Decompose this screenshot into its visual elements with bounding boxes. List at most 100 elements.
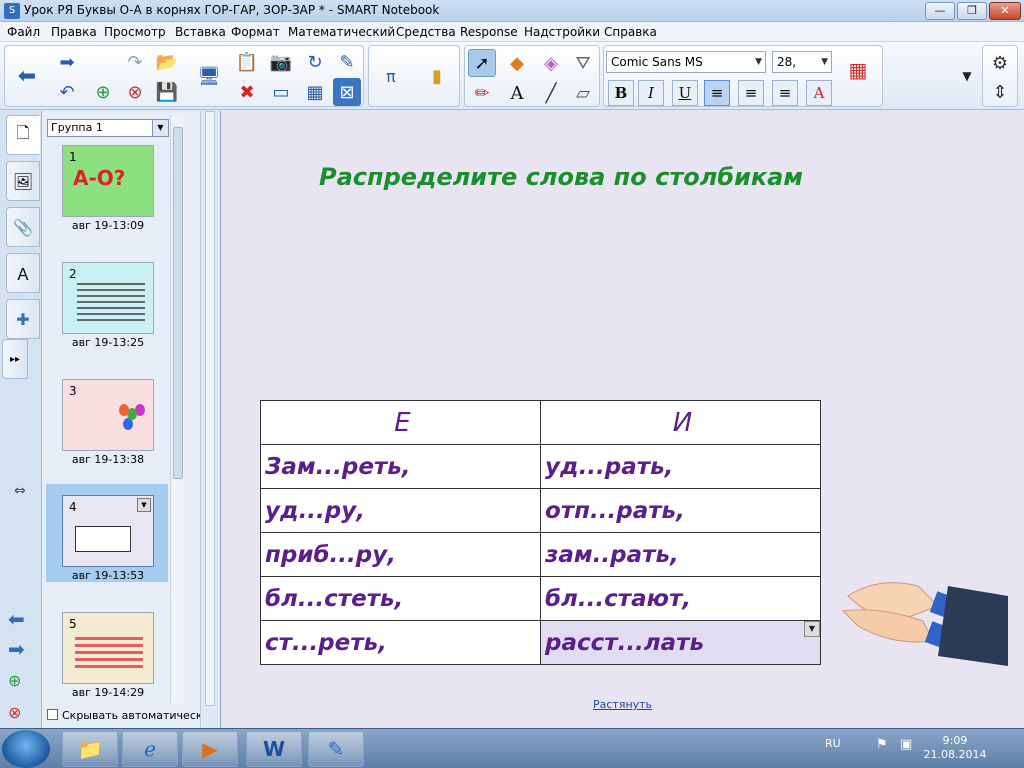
delete-page-side-icon[interactable]: ⊗ bbox=[8, 703, 21, 722]
underline-button[interactable]: U bbox=[672, 80, 698, 106]
clapping-hands-image[interactable] bbox=[838, 566, 1008, 681]
undo-icon[interactable]: ↶ bbox=[53, 78, 81, 106]
page-heading[interactable]: Распределите слова по столбикам bbox=[319, 163, 803, 191]
delete-icon[interactable]: ✖ bbox=[233, 78, 261, 106]
stretch-link[interactable]: Растянуть bbox=[593, 698, 652, 711]
gallery-icon[interactable]: 🖼 bbox=[6, 161, 40, 201]
menu-tools[interactable]: Средства bbox=[396, 25, 456, 39]
scrollbar-thumb[interactable] bbox=[173, 127, 183, 479]
menu-response[interactable]: Response bbox=[460, 25, 518, 39]
word-cell[interactable]: уд...рать, bbox=[540, 444, 821, 489]
word-cell[interactable]: ст...реть, bbox=[260, 620, 541, 665]
object-menu-chevron-icon[interactable]: ▼ bbox=[804, 621, 820, 637]
word-cell[interactable]: Зам...реть, bbox=[260, 444, 541, 489]
back-arrow-icon[interactable]: ⬅ bbox=[13, 62, 41, 90]
close-button[interactable]: ✕ bbox=[989, 2, 1021, 20]
redo-icon[interactable]: ↷ bbox=[121, 48, 149, 76]
panel-splitter[interactable] bbox=[200, 111, 218, 728]
menu-addons[interactable]: Надстройки bbox=[524, 25, 600, 39]
move-toolbar-icon[interactable]: ⇕ bbox=[986, 78, 1014, 106]
page-sorter-icon[interactable]: 🗋 bbox=[6, 115, 40, 155]
table-icon[interactable]: ▦ bbox=[301, 78, 329, 106]
align-left-icon[interactable]: ≡ bbox=[704, 80, 730, 106]
smart-notebook-taskbar-icon[interactable]: ✎ bbox=[308, 731, 364, 767]
prev-page-icon[interactable]: ⬅ bbox=[8, 607, 25, 631]
screen-shade-icon[interactable]: ▭ bbox=[267, 78, 295, 106]
open-folder-icon[interactable]: 📂 bbox=[153, 48, 181, 76]
sidebar-swap-icon[interactable]: ⇔ bbox=[14, 483, 26, 499]
page-thumbnail-4[interactable]: 4 ▼ bbox=[62, 495, 154, 567]
fullscreen-icon[interactable]: ⊠ bbox=[333, 78, 361, 106]
page-thumbnail-3[interactable]: 3 bbox=[62, 379, 154, 451]
page-thumbnail-2[interactable]: 2 bbox=[62, 262, 154, 334]
internet-explorer-taskbar-icon[interactable]: ℯ bbox=[122, 731, 178, 767]
add-page-icon[interactable]: ⊕ bbox=[89, 78, 117, 106]
column-header-e[interactable]: Е bbox=[260, 400, 541, 445]
shapes-icon[interactable]: ◆ bbox=[503, 49, 531, 77]
word-cell[interactable]: зам..рать, bbox=[540, 532, 821, 577]
italic-button[interactable]: I bbox=[638, 80, 664, 106]
document-camera-icon[interactable]: ↻ bbox=[301, 48, 329, 76]
paste-icon[interactable]: 📋 bbox=[233, 48, 261, 76]
action-center-flag-icon[interactable]: ⚑ bbox=[876, 737, 888, 752]
explorer-taskbar-icon[interactable]: 📁 bbox=[62, 731, 118, 767]
line-icon[interactable]: ╱ bbox=[537, 79, 565, 107]
word-cell[interactable]: бл...стеть, bbox=[260, 576, 541, 621]
language-indicator[interactable]: RU bbox=[825, 737, 841, 750]
display-icon[interactable]: 🖥 bbox=[195, 62, 223, 90]
bold-button[interactable]: B bbox=[608, 80, 634, 106]
sidebar-collapse-icon[interactable]: ▸▸ bbox=[2, 339, 28, 379]
checkbox-box[interactable] bbox=[47, 709, 58, 720]
select-icon[interactable]: ➚ bbox=[468, 49, 496, 77]
attachments-icon[interactable]: 📎 bbox=[6, 207, 40, 247]
delete-page-icon[interactable]: ⊗ bbox=[121, 78, 149, 106]
font-size-select[interactable]: 28, ▼ bbox=[772, 51, 832, 73]
notebook-canvas[interactable]: Распределите слова по столбикам Е И Зам.… bbox=[220, 111, 1024, 728]
text-icon[interactable]: A bbox=[503, 79, 531, 107]
menu-view[interactable]: Просмотр bbox=[104, 25, 166, 39]
eraser-icon[interactable]: ▱ bbox=[569, 79, 597, 107]
clock[interactable]: 9:09 21.08.2014 bbox=[920, 734, 990, 762]
word-cell[interactable]: уд...ру, bbox=[260, 488, 541, 533]
word-cell[interactable]: отп...рать, bbox=[540, 488, 821, 533]
network-icon[interactable]: ▣ bbox=[900, 737, 912, 752]
group-select[interactable]: Группа 1 ▼ bbox=[47, 119, 169, 137]
font-family-select[interactable]: Comic Sans MS ▼ bbox=[606, 51, 766, 73]
autohide-checkbox[interactable]: Скрывать автоматическ bbox=[47, 709, 203, 722]
properties-icon[interactable]: Ａ bbox=[6, 253, 40, 293]
start-button[interactable] bbox=[2, 730, 50, 768]
word-taskbar-icon[interactable]: W bbox=[246, 731, 302, 767]
page-thumbnail-1[interactable]: 1 А-О? bbox=[62, 145, 154, 217]
canvas-scrollbar[interactable] bbox=[205, 111, 215, 706]
maximize-button[interactable]: ❐ bbox=[957, 2, 987, 20]
pens-icon[interactable]: ✏ bbox=[468, 79, 496, 107]
addons-puzzle-icon[interactable]: ✚ bbox=[6, 299, 40, 339]
menu-format[interactable]: Формат bbox=[231, 25, 280, 39]
align-right-icon[interactable]: ≡ bbox=[772, 80, 798, 106]
page-menu-chevron-icon[interactable]: ▼ bbox=[137, 498, 151, 512]
word-cell-selected[interactable]: расст...лать ▼ bbox=[540, 620, 821, 665]
sorter-scrollbar[interactable] bbox=[170, 115, 184, 705]
gear-icon[interactable]: ⚙ bbox=[986, 49, 1014, 77]
words-table[interactable]: Е И Зам...реть, уд...рать, уд...ру, отп.… bbox=[260, 400, 821, 665]
menu-insert[interactable]: Вставка bbox=[175, 25, 226, 39]
menu-file[interactable]: Файл bbox=[7, 25, 40, 39]
minimize-button[interactable]: — bbox=[925, 2, 955, 20]
page-thumbnail-5[interactable]: 5 bbox=[62, 612, 154, 684]
align-center-icon[interactable]: ≡ bbox=[738, 80, 764, 106]
text-effects-icon[interactable]: A bbox=[806, 80, 832, 106]
word-cell[interactable]: бл...стают, bbox=[540, 576, 821, 621]
toolbar-more-icon[interactable]: ▼ bbox=[953, 62, 981, 90]
next-page-icon[interactable]: ➡ bbox=[8, 637, 25, 661]
menu-math[interactable]: Математический bbox=[288, 25, 395, 39]
math-pi-icon[interactable]: π bbox=[377, 62, 405, 90]
response-icon[interactable]: ▮ bbox=[423, 62, 451, 90]
color-palette-icon[interactable]: ▦ bbox=[844, 56, 872, 84]
column-header-i[interactable]: И bbox=[540, 400, 821, 445]
forward-arrow-icon[interactable]: ➡ bbox=[53, 48, 81, 76]
fill-icon[interactable]: ⛛ bbox=[569, 49, 597, 77]
menu-help[interactable]: Справка bbox=[604, 25, 657, 39]
spellcheck-icon[interactable]: ✎ bbox=[333, 48, 361, 76]
word-cell[interactable]: приб...ру, bbox=[260, 532, 541, 577]
menu-edit[interactable]: Правка bbox=[51, 25, 97, 39]
